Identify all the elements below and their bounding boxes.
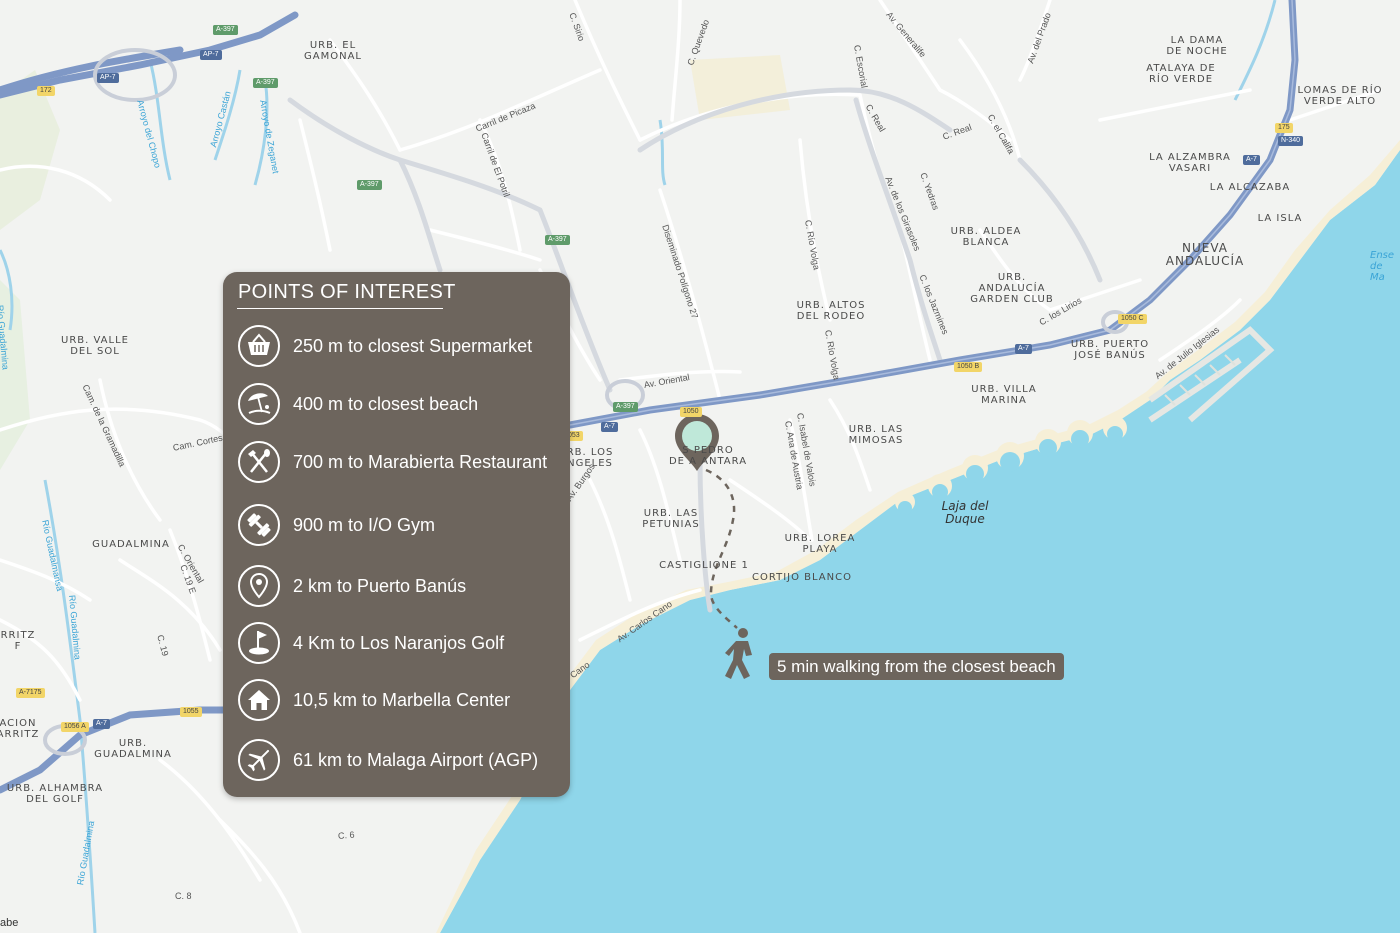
area-label: URB. LOREA PLAYA <box>784 533 856 555</box>
road-shield: 1050 B <box>954 362 983 372</box>
poi-text: 700 m to Marabierta Restaurant <box>293 452 548 472</box>
water-label: Ense de Ma <box>1370 250 1395 283</box>
beach-umbrella-icon <box>238 383 280 425</box>
road-shield: A-397 <box>213 25 238 35</box>
area-label: S PEDRO DE A ANTARA <box>668 445 748 467</box>
area-label: LA ISLA <box>1257 213 1303 224</box>
poi-item: 61 km to Malaga Airport (AGP) <box>237 738 567 784</box>
area-label: LA DAMA DE NOCHE <box>1166 35 1228 57</box>
poi-item: 700 m to Marabierta Restaurant <box>237 440 567 486</box>
area-label: URB. ALTOS DEL RODEO <box>796 300 866 322</box>
road-shield: A-397 <box>357 180 382 190</box>
street-label: C. 8 <box>175 891 192 901</box>
area-label: URB. ANDALUCÍA GARDEN CLUB <box>970 272 1054 305</box>
area-label: LA ALCAZABA <box>1209 182 1291 193</box>
road-shield: A-397 <box>613 402 638 412</box>
points-of-interest-panel: POINTS OF INTEREST 250 m to closest Supe… <box>223 272 570 797</box>
map-canvas[interactable]: URB. EL GAMONAL LA DAMA DE NOCHE ATALAYA D… <box>0 0 1400 933</box>
area-label: CORTIJO BLANCO <box>752 572 852 583</box>
poi-text: 400 m to closest beach <box>293 394 479 414</box>
area-label: URB. VILLA MARINA <box>971 384 1037 406</box>
poi-text: 10,5 km to Marbella Center <box>293 690 511 710</box>
road-shield: A-7175 <box>16 688 45 698</box>
location-pin-icon <box>238 565 280 607</box>
road-shield: A-397 <box>253 78 278 88</box>
area-label: RRITZ F <box>0 630 36 652</box>
poi-text: 900 m to I/O Gym <box>293 515 436 535</box>
street-label: C. 6 <box>337 829 355 841</box>
fork-knife-icon <box>238 441 280 483</box>
road-shield: 1050 C <box>1118 314 1147 324</box>
area-label: URB. ALDEA BLANCA <box>950 226 1022 248</box>
golf-flag-icon <box>238 622 280 664</box>
poi-item: 250 m to closest Supermarket <box>237 324 567 370</box>
park-area <box>690 55 790 120</box>
walking-time-label: 5 min walking from the closest beach <box>769 653 1064 680</box>
poi-text: 61 km to Malaga Airport (AGP) <box>293 750 539 770</box>
title-underline <box>237 308 443 309</box>
area-label: NUEVA ANDALUCÍA <box>1165 241 1245 268</box>
road-shield: A-7 <box>1015 344 1032 354</box>
house-icon <box>238 679 280 721</box>
road-shield: 1056 A <box>61 722 89 732</box>
poi-item: 400 m to closest beach <box>237 382 567 428</box>
area-label: URB. VALLE DEL SOL <box>61 335 129 357</box>
road-shield: A-7 <box>1243 155 1260 165</box>
poi-text: 4 Km to Los Naranjos Golf <box>293 633 505 653</box>
panel-title: POINTS OF INTEREST <box>238 281 456 303</box>
poi-item: 4 Km to Los Naranjos Golf <box>237 621 567 667</box>
road-shield: A-7 <box>601 422 618 432</box>
poi-item: 900 m to I/O Gym <box>237 503 567 549</box>
basket-icon <box>238 325 280 367</box>
road-shield: 1050 <box>680 407 702 417</box>
area-label: URB. ALHAMBRA DEL GOLF <box>6 783 104 805</box>
poi-text: 2 km to Puerto Banús <box>293 576 467 596</box>
area-label: LOMAS DE RÍO VERDE ALTO <box>1297 85 1383 107</box>
road-shield: 175 <box>1275 123 1293 133</box>
road-shield: AP-7 <box>200 50 222 60</box>
poi-item: 10,5 km to Marbella Center <box>237 678 567 724</box>
poi-item: 2 km to Puerto Banús <box>237 564 567 610</box>
area-label: URB. PUERTO JOSÉ BANÚS <box>1070 339 1150 361</box>
area-label: CASTIGLIONE 1 <box>659 560 749 571</box>
area-label: URB. LAS MIMOSAS <box>848 424 904 446</box>
road-shield: 1055 <box>180 707 202 717</box>
dumbbell-icon <box>238 504 280 546</box>
street-label: abe <box>0 917 19 929</box>
airplane-icon <box>238 739 280 781</box>
area-label: URB. GUADALMINA <box>94 738 172 760</box>
poi-text: 250 m to closest Supermarket <box>293 336 533 356</box>
water-label: Laja del Duque <box>941 499 989 526</box>
area-label: LA ALZAMBRA VASARI <box>1149 152 1231 174</box>
road-shield: A-397 <box>545 235 570 245</box>
area-label: ATALAYA DE RÍO VERDE <box>1146 63 1216 85</box>
area-label: GUADALMINA <box>92 539 170 550</box>
area-label: URB. EL GAMONAL <box>304 40 362 62</box>
road-shield: 172 <box>37 86 55 96</box>
road-shield: A-7 <box>93 719 110 729</box>
area-label: URB. LAS PETUNIAS <box>642 508 700 530</box>
road-shield: N-340 <box>1278 136 1304 146</box>
road-shield: AP-7 <box>97 73 119 83</box>
